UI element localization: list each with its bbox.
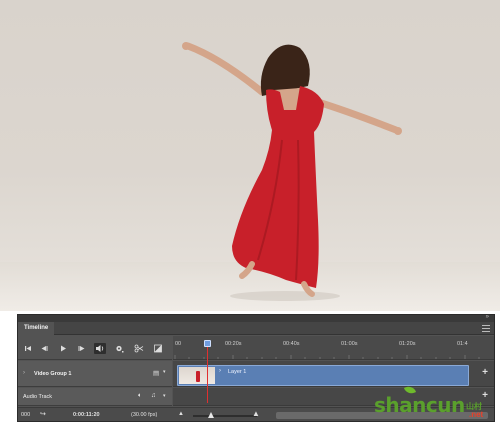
panel-tab-row: Timeline xyxy=(18,322,494,335)
ruler-tick-label: 01:00s xyxy=(341,341,358,347)
clip-thumbnail xyxy=(179,367,215,384)
site-watermark: shancun 山村 .net xyxy=(374,384,498,424)
ruler-tick-label: 00:20s xyxy=(225,341,242,347)
tab-timeline[interactable]: Timeline xyxy=(18,322,54,335)
watermark-text: shancun xyxy=(374,393,465,417)
play-button[interactable] xyxy=(57,343,69,354)
time-ruler[interactable]: 00 00:20s 00:40s 01:00s 01:20s 01:4 xyxy=(173,336,494,360)
frame-counter: 000 xyxy=(21,412,31,418)
next-frame-button[interactable] xyxy=(76,343,88,354)
go-to-first-frame-button[interactable] xyxy=(22,343,34,354)
transition-button[interactable] xyxy=(152,343,164,354)
film-strip-icon[interactable]: ▤ xyxy=(153,369,159,377)
settings-button[interactable] xyxy=(113,343,125,354)
track-header-video-group[interactable]: › Video Group 1 ▤ ▾ xyxy=(18,361,172,387)
panel-titlebar: » xyxy=(18,314,494,322)
play-icon xyxy=(61,345,66,352)
speaker-icon xyxy=(96,345,104,352)
next-frame-icon xyxy=(78,346,85,351)
dropdown-arrow-icon[interactable]: ▾ xyxy=(163,393,166,399)
playhead-line[interactable] xyxy=(207,347,208,403)
gear-icon xyxy=(116,345,124,353)
panel-menu-icon[interactable] xyxy=(482,325,490,332)
ruler-tick-label: 01:4 xyxy=(457,341,468,347)
frame-rate: (30.00 fps) xyxy=(131,412,158,418)
clip-label: Layer 1 xyxy=(228,369,247,375)
zoom-in-icon[interactable]: ▲ xyxy=(252,409,260,418)
current-timecode[interactable]: 0:00:11:20 xyxy=(73,412,100,418)
previous-frame-icon xyxy=(41,346,48,351)
audio-toggle-button[interactable] xyxy=(94,343,106,354)
playhead-handle[interactable] xyxy=(204,340,211,347)
render-video-icon[interactable]: ↪ xyxy=(40,410,46,418)
dropdown-arrow-icon[interactable]: ▾ xyxy=(163,369,166,375)
video-track-lane: › Layer 1 + xyxy=(173,361,494,387)
dancer-image xyxy=(182,42,402,301)
zoom-out-icon[interactable]: ▲ xyxy=(178,411,184,417)
previous-frame-button[interactable] xyxy=(38,343,50,354)
scissors-icon xyxy=(134,344,144,353)
split-button[interactable] xyxy=(133,343,145,354)
clip-expand-chevron-icon[interactable]: › xyxy=(219,368,221,374)
speaker-icon[interactable]: 🔈︎ xyxy=(138,392,142,400)
ruler-tick-label: 01:20s xyxy=(399,341,416,347)
video-clip[interactable]: › Layer 1 xyxy=(177,365,469,386)
track-name: Video Group 1 xyxy=(34,371,72,377)
playback-controls xyxy=(18,336,172,360)
collapse-icon[interactable]: » xyxy=(486,314,490,320)
expand-chevron-icon[interactable]: › xyxy=(23,370,25,376)
first-frame-icon xyxy=(25,346,31,351)
track-name: Audio Track xyxy=(23,394,53,400)
music-note-icon[interactable]: ♫ xyxy=(151,392,156,399)
video-preview xyxy=(0,0,500,311)
ruler-tickmarks xyxy=(174,355,480,359)
watermark-domain: .net xyxy=(469,410,484,419)
ruler-tick-label: 00 xyxy=(175,341,182,347)
zoom-slider[interactable] xyxy=(193,415,257,417)
ruler-tick-label: 00:40s xyxy=(283,341,300,347)
zoom-slider-knob[interactable] xyxy=(208,412,214,418)
transition-icon xyxy=(154,344,162,353)
track-header-audio[interactable]: Audio Track 🔈︎ ♫ ▾ xyxy=(18,388,172,406)
add-media-button[interactable]: + xyxy=(482,367,488,378)
